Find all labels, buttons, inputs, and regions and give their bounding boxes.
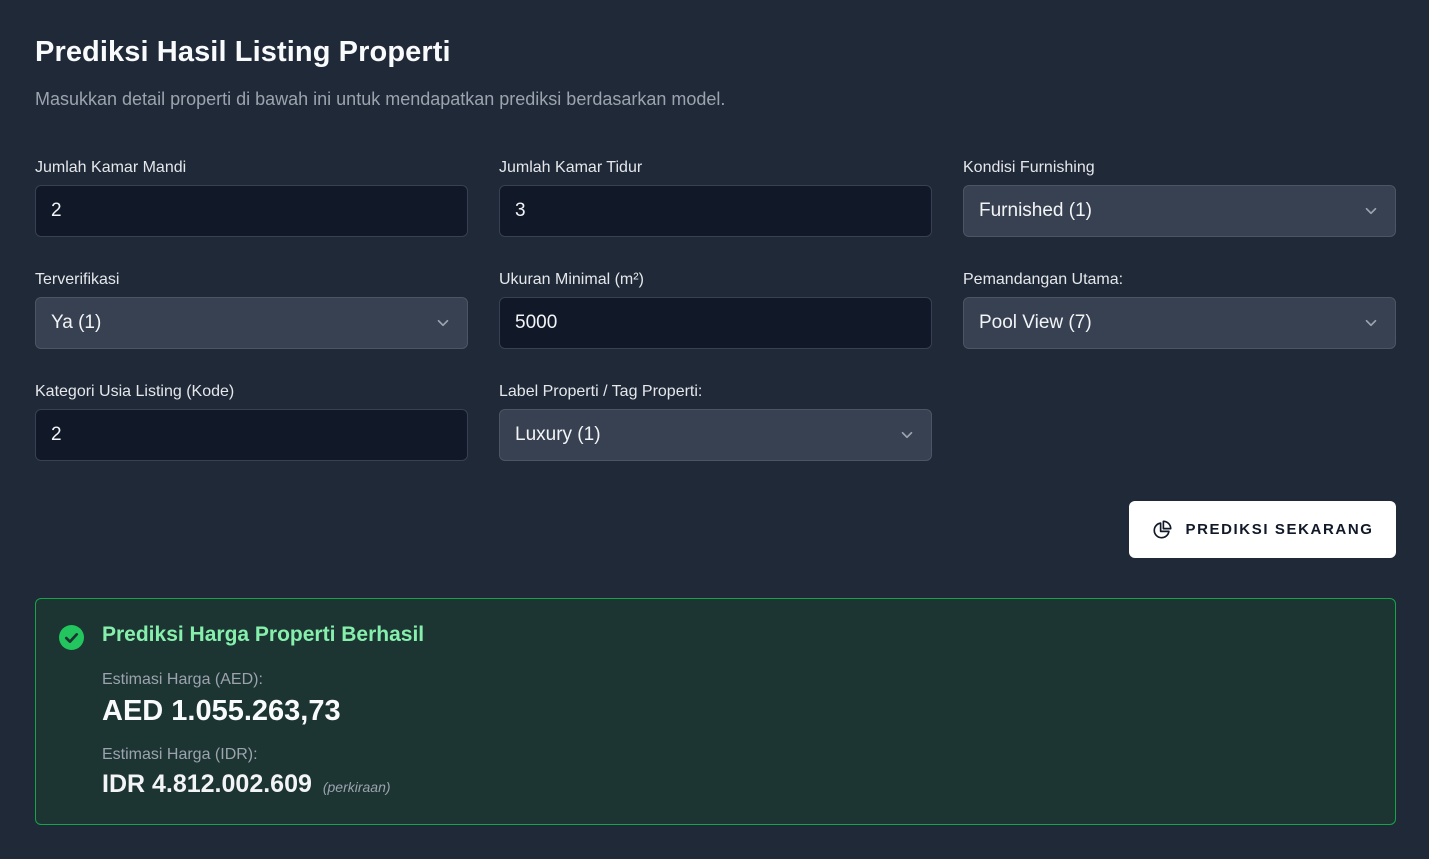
field-property-tag: Label Properti / Tag Properti: Luxury (1… (499, 379, 932, 491)
furnishing-select[interactable]: Furnished (1) (963, 185, 1396, 237)
bedrooms-label: Jumlah Kamar Tidur (499, 159, 643, 176)
field-main-view: Pemandangan Utama: Pool View (7) (963, 267, 1396, 379)
result-title: Prediksi Harga Properti Berhasil (102, 623, 425, 646)
field-listing-age: Kategori Usia Listing (Kode) 2 (35, 379, 468, 491)
verified-selected: Ya (1) (51, 312, 102, 333)
idr-label: Estimasi Harga (IDR): (102, 746, 258, 763)
min-size-value: 5000 (515, 312, 558, 333)
min-size-input[interactable]: 5000 (499, 297, 932, 349)
listing-age-value: 2 (51, 424, 62, 445)
chevron-down-icon (901, 431, 913, 439)
bathrooms-value: 2 (51, 200, 62, 221)
property-tag-select[interactable]: Luxury (1) (499, 409, 932, 461)
property-tag-label: Label Properti / Tag Properti: (499, 383, 703, 400)
chevron-down-icon (1365, 319, 1377, 327)
pie-chart-icon (1153, 519, 1173, 539)
main-view-select[interactable]: Pool View (7) (963, 297, 1396, 349)
main-view-selected: Pool View (7) (979, 312, 1092, 333)
idr-value: IDR 4.812.002.609 (102, 770, 312, 798)
main-view-label: Pemandangan Utama: (963, 271, 1124, 288)
chevron-down-icon (437, 319, 449, 327)
verified-select[interactable]: Ya (1) (35, 297, 468, 349)
prediction-page: Prediksi Hasil Listing Properti Masukkan… (0, 0, 1429, 859)
page-title: Prediksi Hasil Listing Properti (35, 36, 451, 68)
field-bedrooms: Jumlah Kamar Tidur 3 (499, 155, 932, 267)
idr-note: (perkiraan) (322, 779, 391, 795)
predict-button-label: PREDIKSI SEKARANG (1185, 521, 1374, 538)
check-circle-icon (59, 625, 84, 650)
idr-estimate: IDR 4.812.002.609 (perkiraan) (102, 770, 391, 799)
property-form: Jumlah Kamar Mandi 2 Jumlah Kamar Tidur … (35, 155, 1396, 491)
field-min-size: Ukuran Minimal (m²) 5000 (499, 267, 932, 379)
bathrooms-label: Jumlah Kamar Mandi (35, 159, 187, 176)
aed-value: AED 1.055.263,73 (102, 695, 341, 727)
furnishing-selected: Furnished (1) (979, 200, 1092, 221)
field-bathrooms: Jumlah Kamar Mandi 2 (35, 155, 468, 267)
furnishing-label: Kondisi Furnishing (963, 159, 1095, 176)
bedrooms-value: 3 (515, 200, 526, 221)
predict-button[interactable]: PREDIKSI SEKARANG (1129, 501, 1396, 558)
property-tag-selected: Luxury (1) (515, 424, 601, 445)
aed-label: Estimasi Harga (AED): (102, 671, 263, 688)
field-verified: Terverifikasi Ya (1) (35, 267, 468, 379)
prediction-result-panel: Prediksi Harga Properti Berhasil Estimas… (35, 598, 1396, 825)
verified-label: Terverifikasi (35, 271, 120, 288)
bathrooms-input[interactable]: 2 (35, 185, 468, 237)
page-subtitle: Masukkan detail properti di bawah ini un… (35, 89, 726, 109)
listing-age-label: Kategori Usia Listing (Kode) (35, 383, 235, 400)
bedrooms-input[interactable]: 3 (499, 185, 932, 237)
field-furnishing: Kondisi Furnishing Furnished (1) (963, 155, 1396, 267)
chevron-down-icon (1365, 207, 1377, 215)
listing-age-input[interactable]: 2 (35, 409, 468, 461)
min-size-label: Ukuran Minimal (m²) (499, 271, 644, 288)
